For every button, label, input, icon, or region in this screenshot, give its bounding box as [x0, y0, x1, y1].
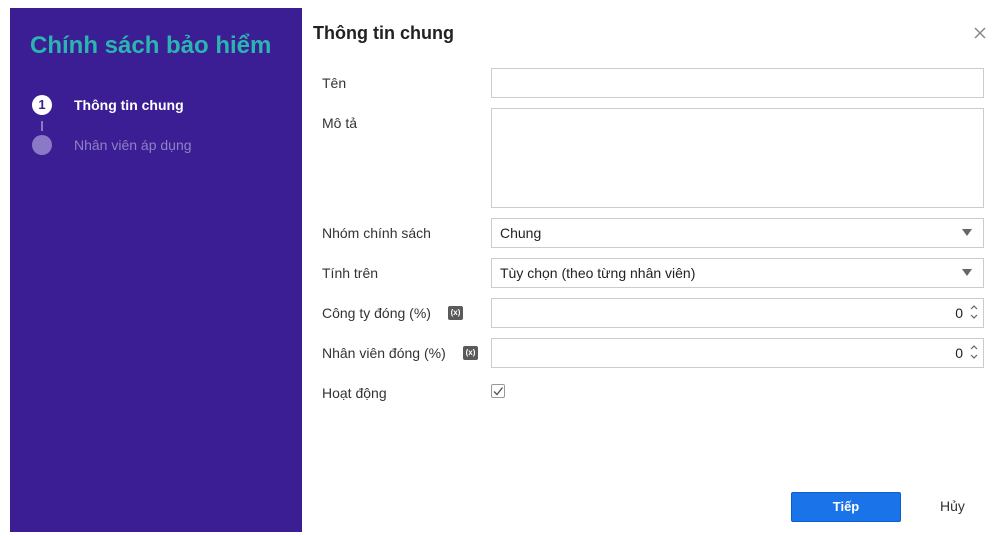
sidebar-title: Chính sách bảo hiểm [30, 32, 272, 59]
next-button[interactable]: Tiếp [791, 492, 901, 522]
active-label: Hoạt động [322, 385, 387, 401]
step-number: 1 [32, 95, 52, 115]
check-icon [493, 387, 504, 396]
description-label: Mô tả [322, 115, 358, 131]
calc-basis-select[interactable]: Tùy chọn (theo từng nhân viên) [491, 258, 984, 288]
policy-group-select[interactable]: Chung [491, 218, 984, 248]
company-contribution-value: 0 [955, 305, 963, 321]
company-contribution-input[interactable]: 0 [491, 298, 984, 328]
formula-icon[interactable]: (x) [463, 346, 478, 360]
calc-basis-label: Tính trên [322, 265, 379, 281]
close-icon[interactable] [971, 24, 989, 42]
step-label: Nhân viên áp dụng [74, 137, 192, 153]
chevron-down-icon [962, 269, 972, 276]
policy-group-label: Nhóm chính sách [322, 225, 431, 241]
step-connector [41, 121, 43, 131]
calc-basis-value: Tùy chọn (theo từng nhân viên) [500, 265, 696, 281]
spinner-icon[interactable] [969, 302, 979, 322]
employee-contribution-value: 0 [955, 345, 963, 361]
name-label: Tên [322, 75, 347, 91]
chevron-down-icon [962, 229, 972, 236]
name-input[interactable] [491, 68, 984, 98]
formula-icon[interactable]: (x) [448, 306, 463, 320]
employee-contribution-input[interactable]: 0 [491, 338, 984, 368]
cancel-button[interactable]: Hủy [940, 498, 965, 514]
active-checkbox[interactable] [491, 384, 505, 398]
step-number [32, 135, 52, 155]
description-textarea[interactable] [491, 108, 984, 208]
employee-contribution-label: Nhân viên đóng (%) [322, 345, 446, 361]
dialog-title: Thông tin chung [313, 23, 454, 43]
policy-group-value: Chung [500, 225, 542, 241]
spinner-icon[interactable] [969, 342, 979, 362]
step-label: Thông tin chung [74, 97, 184, 113]
wizard-sidebar: Chính sách bảo hiểm 1 Thông tin chung Nh… [10, 8, 302, 532]
company-contribution-label: Công ty đóng (%) [322, 305, 431, 321]
